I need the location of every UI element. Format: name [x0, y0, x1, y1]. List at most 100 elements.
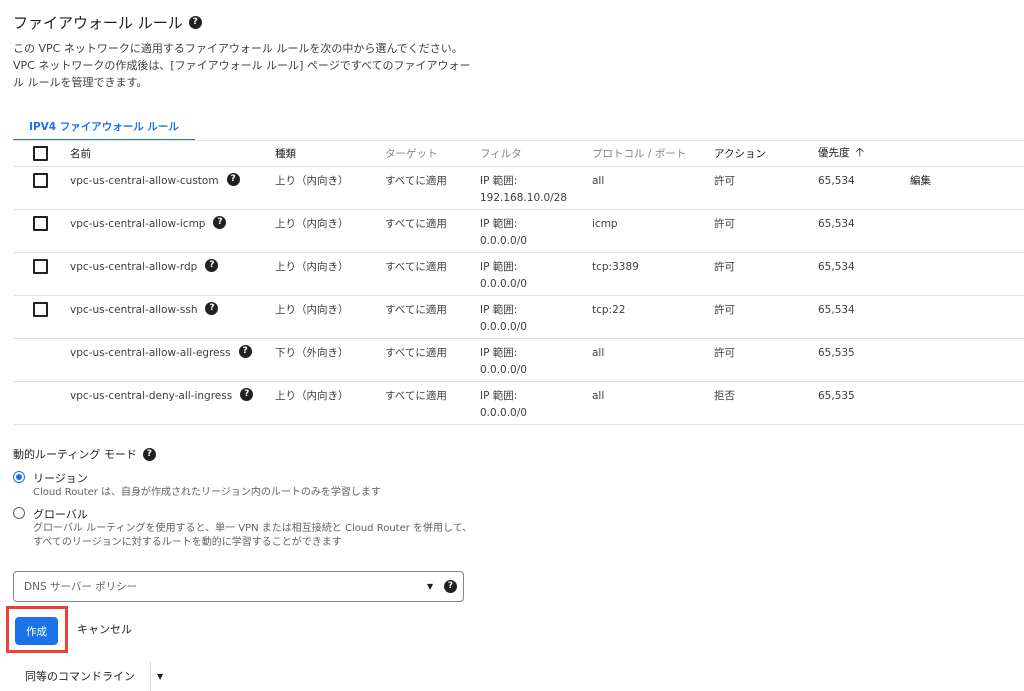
rule-priority: 65,534: [818, 166, 910, 210]
help-icon[interactable]: ?: [213, 216, 227, 229]
table-row: vpc-us-central-allow-rdp? 上り（内向き） すべてに適用 IP…: [13, 252, 1024, 296]
rule-protocol: all: [592, 381, 714, 425]
tab-ipv4-firewall-rules[interactable]: IPV4 ファイアウォール ルール: [13, 113, 195, 141]
column-header-type[interactable]: 種類: [275, 141, 385, 167]
help-icon[interactable]: ?: [205, 259, 219, 272]
rule-priority: 65,535: [818, 338, 910, 382]
rule-target: すべてに適用: [385, 295, 480, 339]
help-icon[interactable]: ?: [188, 16, 202, 29]
rule-type: 下り（外向き）: [275, 338, 385, 382]
radio-regional-hint: Cloud Router は、自身が作成されたリージョン内のルートのみを学習しま…: [33, 487, 381, 498]
routing-mode-title: 動的ルーティング モード ?: [13, 446, 156, 462]
rule-protocol: all: [592, 166, 714, 210]
column-header-target: ターゲット: [385, 141, 480, 167]
rule-filter-label: IP 範囲:: [480, 218, 518, 230]
rule-action: 許可: [714, 295, 818, 339]
rule-priority: 65,534: [818, 252, 910, 296]
sort-ascending-icon[interactable]: 🡡: [856, 145, 865, 159]
rule-filter-value: 0.0.0.0/0: [480, 235, 527, 247]
dns-policy-select[interactable]: DNS サーバー ポリシー ▼ ?: [13, 571, 464, 602]
rule-target: すべてに適用: [385, 166, 480, 210]
rule-type: 上り（内向き）: [275, 166, 385, 210]
cancel-button[interactable]: キャンセル: [77, 621, 132, 637]
column-header-priority-label: 優先度: [818, 147, 850, 159]
radio-button[interactable]: [13, 507, 25, 519]
radio-button-selected[interactable]: [13, 471, 25, 483]
rule-filter-label: IP 範囲:: [480, 390, 518, 402]
rule-name: vpc-us-central-allow-rdp: [70, 261, 198, 273]
radio-global-hint: グローバル ルーティングを使用すると、単一 VPN または相互接続と Cloud…: [33, 523, 473, 548]
rule-name: vpc-us-central-allow-ssh: [70, 304, 198, 316]
rule-action: 許可: [714, 166, 818, 210]
rule-name: vpc-us-central-allow-icmp: [70, 218, 206, 230]
table-row: vpc-us-central-allow-ssh? 上り（内向き） すべてに適用 IP…: [13, 295, 1024, 339]
page-title: ファイアウォール ルール ?: [13, 12, 202, 33]
rule-target: すべてに適用: [385, 381, 480, 425]
row-checkbox[interactable]: [33, 302, 48, 317]
help-icon[interactable]: ?: [240, 388, 254, 401]
row-checkbox[interactable]: [33, 216, 48, 231]
rule-priority: 65,534: [818, 209, 910, 253]
table-row: vpc-us-central-allow-all-egress? 下り（外向き）す…: [13, 338, 1024, 382]
page-title-text: ファイアウォール ルール: [13, 14, 183, 32]
radio-global-label: グローバル: [33, 508, 88, 521]
rule-filter-label: IP 範囲:: [480, 347, 518, 359]
chevron-down-icon[interactable]: ▼: [157, 672, 163, 681]
row-checkbox[interactable]: [33, 173, 48, 188]
rule-protocol: tcp:3389: [592, 252, 714, 296]
rule-filter-value: 0.0.0.0/0: [480, 321, 527, 333]
radio-regional[interactable]: リージョン Cloud Router は、自身が作成されたリージョン内のルートの…: [13, 470, 381, 500]
table-header-row: 名前 種類 ターゲット フィルタ プロトコル / ポート アクション 優先度 🡡: [13, 141, 1024, 167]
rule-priority: 65,534: [818, 295, 910, 339]
rule-type: 上り（内向き）: [275, 295, 385, 339]
rule-type: 上り（内向き）: [275, 381, 385, 425]
row-checkbox[interactable]: [33, 259, 48, 274]
rule-protocol: tcp:22: [592, 295, 714, 339]
rule-filter-label: IP 範囲:: [480, 304, 518, 316]
table-row: vpc-us-central-allow-icmp? 上り（内向き） すべてに適用 I…: [13, 209, 1024, 253]
dns-policy-placeholder: DNS サーバー ポリシー: [24, 581, 138, 593]
rule-action: 許可: [714, 338, 818, 382]
column-header-priority[interactable]: 優先度 🡡: [818, 141, 910, 167]
rule-filter-value: 0.0.0.0/0: [480, 364, 527, 376]
rule-target: すべてに適用: [385, 209, 480, 253]
rule-filter-value: 0.0.0.0/0: [480, 278, 527, 290]
help-icon[interactable]: ?: [238, 345, 252, 358]
rule-filter-label: IP 範囲:: [480, 175, 518, 187]
rule-target: すべてに適用: [385, 252, 480, 296]
rule-protocol: all: [592, 338, 714, 382]
rule-priority: 65,535: [818, 381, 910, 425]
column-header-action[interactable]: アクション: [714, 141, 818, 167]
table-row: vpc-us-central-deny-all-ingress? 上り（内向き）す…: [13, 381, 1024, 425]
help-icon[interactable]: ?: [205, 302, 219, 315]
rule-type: 上り（内向き）: [275, 209, 385, 253]
help-icon[interactable]: ?: [142, 447, 156, 461]
radio-global[interactable]: グローバル グローバル ルーティングを使用すると、単一 VPN または相互接続と…: [13, 506, 473, 550]
edit-button[interactable]: 編集: [910, 175, 931, 187]
column-header-name[interactable]: 名前: [70, 141, 275, 167]
equivalent-command-line-button[interactable]: 同等のコマンドライン: [25, 668, 135, 684]
rule-type: 上り（内向き）: [275, 252, 385, 296]
dropdown-arrow-icon[interactable]: ▼: [427, 582, 433, 591]
radio-regional-label: リージョン: [33, 472, 88, 485]
help-icon[interactable]: ?: [226, 173, 240, 186]
rule-action: 許可: [714, 209, 818, 253]
rule-name: vpc-us-central-allow-custom: [70, 175, 219, 187]
rule-filter-value: 0.0.0.0/0: [480, 407, 527, 419]
select-all-checkbox[interactable]: [33, 146, 48, 161]
routing-mode-label: 動的ルーティング モード: [13, 448, 137, 461]
column-header-protocol: プロトコル / ポート: [592, 141, 714, 167]
rule-action: 拒否: [714, 381, 818, 425]
column-header-filter: フィルタ: [480, 141, 592, 167]
help-icon[interactable]: ?: [444, 580, 457, 593]
rule-filter-value: 192.168.10.0/28: [480, 192, 568, 204]
firewall-rules-table: 名前 種類 ターゲット フィルタ プロトコル / ポート アクション 優先度 🡡 …: [13, 141, 1024, 425]
rule-protocol: icmp: [592, 209, 714, 253]
rule-action: 許可: [714, 252, 818, 296]
create-button[interactable]: 作成: [15, 617, 58, 645]
rule-name: vpc-us-central-deny-all-ingress: [70, 390, 233, 402]
table-row: vpc-us-central-allow-custom? 上り（内向き） すべてに適…: [13, 166, 1024, 210]
rule-filter-label: IP 範囲:: [480, 261, 518, 273]
rule-target: すべてに適用: [385, 338, 480, 382]
divider: [150, 661, 151, 691]
